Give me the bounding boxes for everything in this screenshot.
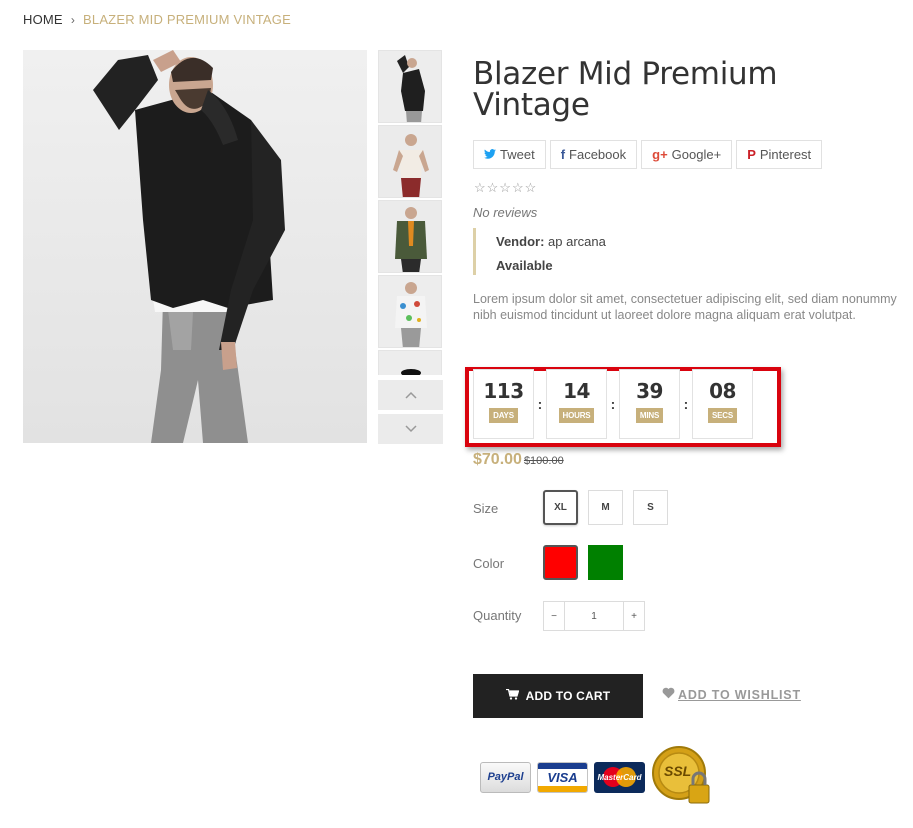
color-swatch-red[interactable] <box>543 545 578 580</box>
add-to-cart-button[interactable]: ADD TO CART <box>473 674 643 718</box>
social-share-bar: Tweet f Facebook g+ Google+ P Pinterest <box>473 140 823 169</box>
countdown-secs: 08 SECS <box>692 369 753 439</box>
share-twitter-button[interactable]: Tweet <box>473 140 546 169</box>
share-facebook-label: Facebook <box>569 147 627 162</box>
countdown-hours-value: 14 <box>563 379 590 403</box>
countdown-mins: 39 MINS <box>619 369 680 439</box>
thumbnail-scroll-up-button[interactable] <box>378 380 443 410</box>
countdown-days-value: 113 <box>483 379 524 403</box>
twitter-icon <box>484 147 496 162</box>
price-block: $70.00 $100.00 <box>473 451 564 469</box>
chevron-down-icon <box>404 420 417 438</box>
quantity-label: Quantity <box>473 608 522 623</box>
no-reviews-text: No reviews <box>473 205 538 220</box>
vendor-info: Vendor: ap arcana Available <box>473 228 873 275</box>
visa-icon: VISA <box>537 761 588 793</box>
product-description: Lorem ipsum dolor sit amet, consectetuer… <box>473 292 897 322</box>
original-price: $100.00 <box>523 455 564 467</box>
pinterest-icon: P <box>747 147 756 162</box>
countdown-separator: : <box>537 396 543 412</box>
quantity-decrease-button[interactable]: − <box>544 602 564 630</box>
product-title: Blazer Mid Premium Vintage <box>473 56 778 123</box>
size-label: Size <box>473 501 499 516</box>
current-price: $70.00 <box>473 451 522 468</box>
product-main-image[interactable] <box>23 50 367 443</box>
countdown-timer: 113 DAYS : 14 HOURS : 39 MINS : 08 SECS <box>473 369 753 439</box>
thumbnail-gallery <box>378 50 443 375</box>
heart-icon <box>662 687 675 702</box>
countdown-secs-value: 08 <box>709 379 736 403</box>
vendor-label: Vendor: <box>496 234 545 249</box>
availability-status: Available <box>496 252 873 276</box>
share-twitter-label: Tweet <box>500 147 535 162</box>
thumbnail-4[interactable] <box>378 275 442 348</box>
cart-icon <box>505 688 520 703</box>
vendor-name[interactable]: ap arcana <box>548 234 606 249</box>
countdown-days: 113 DAYS <box>473 369 534 439</box>
thumbnail-1[interactable] <box>378 50 442 123</box>
color-swatch-green[interactable] <box>588 545 623 580</box>
share-google-plus-button[interactable]: g+ Google+ <box>641 140 733 169</box>
size-option-m[interactable]: M <box>588 490 623 525</box>
add-to-cart-label: ADD TO CART <box>525 689 611 703</box>
mastercard-icon: MasterCard <box>594 761 645 793</box>
ssl-label: SSL <box>664 763 692 779</box>
share-facebook-button[interactable]: f Facebook <box>549 140 638 169</box>
add-to-wishlist-label: ADD TO WISHLIST <box>678 687 801 702</box>
chevron-up-icon <box>404 386 417 404</box>
countdown-hours-label: HOURS <box>558 408 595 423</box>
ssl-seal-icon: SSL <box>651 745 715 809</box>
countdown-secs-label: SECS <box>708 408 737 423</box>
add-to-wishlist-link[interactable]: ADD TO WISHLIST <box>662 687 801 702</box>
quantity-input[interactable]: 1 <box>564 602 624 630</box>
breadcrumb-home-link[interactable]: HOME <box>23 12 63 27</box>
countdown-mins-label: MINS <box>635 408 664 423</box>
paypal-icon: PayPal <box>480 761 531 793</box>
breadcrumb-separator: › <box>70 12 76 27</box>
thumbnail-2[interactable] <box>378 125 442 198</box>
vendor-row: Vendor: ap arcana <box>496 228 873 252</box>
rating-stars[interactable]: ☆☆☆☆☆ <box>474 180 537 196</box>
thumbnail-scroll-down-button[interactable] <box>378 414 443 444</box>
color-options <box>543 545 623 580</box>
mastercard-label: MasterCard <box>597 772 642 782</box>
share-google-plus-label: Google+ <box>671 147 722 162</box>
thumbnail-5[interactable] <box>378 350 442 375</box>
payment-methods: PayPal VISA MasterCard SSL <box>480 745 715 809</box>
quantity-increase-button[interactable]: + <box>624 602 644 630</box>
availability-text: Available <box>496 258 553 273</box>
color-label: Color <box>473 556 505 571</box>
countdown-days-label: DAYS <box>489 408 518 423</box>
breadcrumb: HOME › BLAZER MID PREMIUM VINTAGE <box>23 12 291 27</box>
countdown-hours: 14 HOURS <box>546 369 607 439</box>
countdown-separator: : <box>683 396 689 412</box>
size-options: XL M S <box>543 490 668 525</box>
visa-label: VISA <box>547 769 578 785</box>
quantity-stepper: − 1 + <box>543 601 645 631</box>
paypal-label: PayPal <box>487 771 524 783</box>
countdown-mins-value: 39 <box>636 379 663 403</box>
thumbnail-3[interactable] <box>378 200 442 273</box>
size-option-xl[interactable]: XL <box>543 490 578 525</box>
countdown-separator: : <box>610 396 616 412</box>
size-option-s[interactable]: S <box>633 490 668 525</box>
google-plus-icon: g+ <box>652 147 668 162</box>
breadcrumb-current: BLAZER MID PREMIUM VINTAGE <box>83 12 291 27</box>
facebook-icon: f <box>560 147 566 162</box>
share-pinterest-button[interactable]: P Pinterest <box>736 140 823 169</box>
share-pinterest-label: Pinterest <box>759 147 812 162</box>
